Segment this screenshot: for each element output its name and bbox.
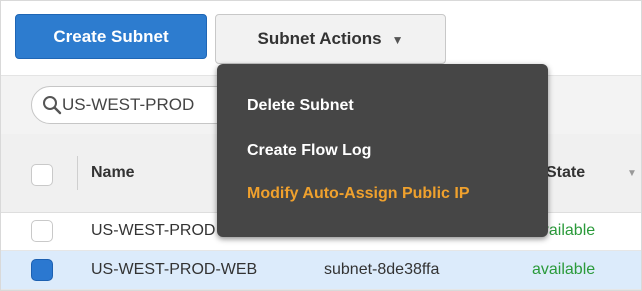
subnet-actions-label: Subnet Actions — [257, 29, 382, 48]
row-checkbox[interactable] — [31, 220, 53, 242]
create-subnet-label: Create Subnet — [53, 26, 169, 46]
row-name: US-WEST-PROD — [91, 222, 216, 239]
search-value: US-WEST-PROD — [62, 95, 195, 114]
menu-item-delete-subnet[interactable]: Delete Subnet — [247, 97, 354, 115]
chevron-down-icon: ▼ — [391, 33, 404, 47]
row-state: available — [532, 261, 596, 278]
row-name: US-WEST-PROD-WEB — [91, 261, 258, 278]
column-header-name[interactable]: Name — [91, 164, 135, 182]
table-row[interactable]: US-WEST-PROD-WEB subnet-8de38ffa availab… — [1, 251, 641, 290]
subnet-actions-menu: Delete Subnet Create Flow Log Modify Aut… — [217, 64, 548, 237]
sort-caret-icon[interactable]: ▼ — [627, 168, 637, 179]
row-subnet-id: subnet-8de38ffa — [324, 261, 440, 278]
menu-item-create-flow-log[interactable]: Create Flow Log — [247, 142, 371, 160]
row-checkbox[interactable] — [31, 259, 53, 281]
create-subnet-button[interactable]: Create Subnet — [15, 14, 207, 59]
subnet-actions-button[interactable]: Subnet Actions ▼ — [215, 14, 446, 64]
search-icon — [42, 95, 62, 115]
select-all-checkbox[interactable] — [31, 164, 53, 186]
column-separator — [77, 156, 78, 190]
subnets-console: Create Subnet Subnet Actions ▼ US-WEST-P… — [0, 0, 642, 291]
menu-item-modify-auto-assign-public-ip[interactable]: Modify Auto-Assign Public IP — [247, 185, 470, 203]
column-header-state[interactable]: State — [546, 164, 585, 182]
